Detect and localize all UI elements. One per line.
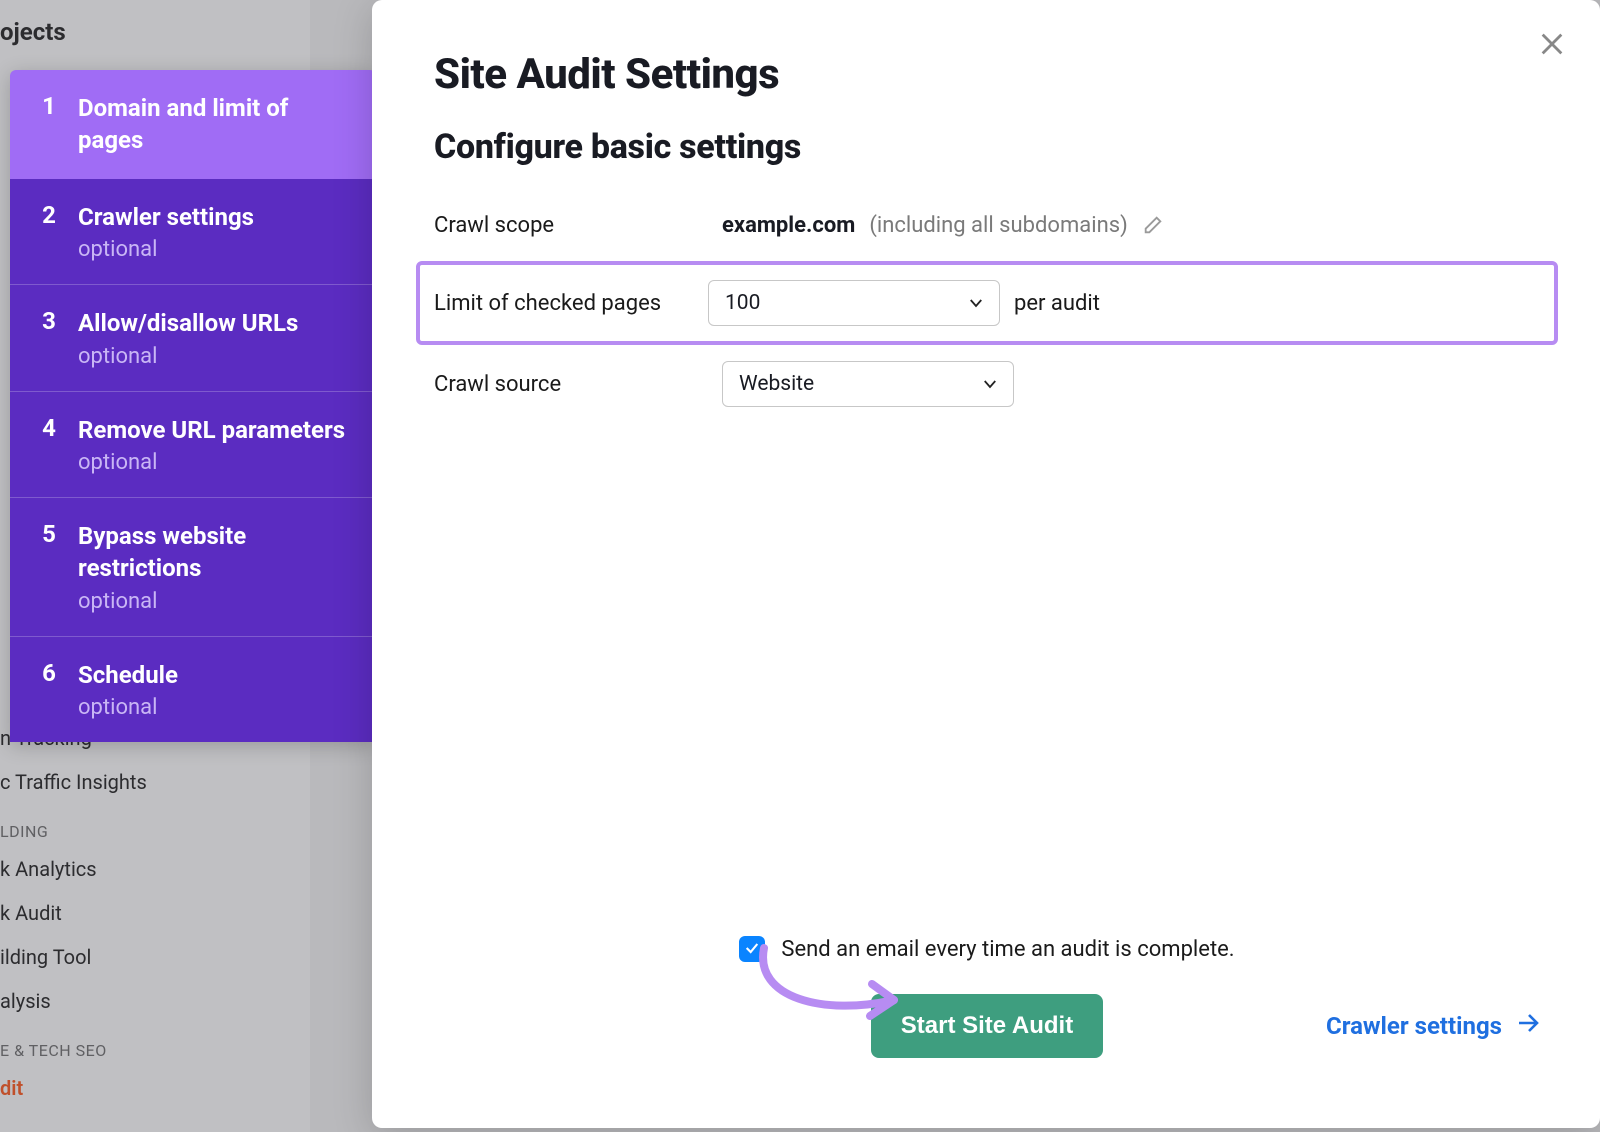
chevron-down-icon	[967, 294, 985, 312]
chevron-down-icon	[981, 375, 999, 393]
step-schedule[interactable]: 6 Schedule optional	[10, 637, 376, 742]
step-label: Bypass website restrictions	[78, 520, 352, 585]
site-audit-settings-modal: Site Audit Settings Configure basic sett…	[372, 0, 1600, 1128]
crawl-scope-hint: (including all subdomains)	[869, 213, 1127, 238]
limit-suffix: per audit	[1014, 291, 1100, 316]
step-domain-limit[interactable]: 1 Domain and limit of pages	[10, 70, 376, 179]
step-optional: optional	[78, 237, 254, 262]
limit-row: Limit of checked pages 100 per audit	[434, 275, 1540, 331]
step-optional: optional	[78, 589, 352, 614]
step-bypass-restrictions[interactable]: 5 Bypass website restrictions optional	[10, 498, 376, 637]
step-optional: optional	[78, 450, 345, 475]
modal-title: Site Audit Settings	[434, 50, 1540, 99]
arrow-right-icon	[1516, 1011, 1540, 1041]
modal-subtitle: Configure basic settings	[434, 127, 1540, 167]
step-allow-disallow[interactable]: 3 Allow/disallow URLs optional	[10, 285, 376, 391]
limit-select[interactable]: 100	[708, 280, 1000, 326]
modal-footer: Send an email every time an audit is com…	[434, 936, 1540, 1058]
next-step-link[interactable]: Crawler settings	[1326, 1011, 1540, 1041]
crawl-source-row: Crawl source Website	[434, 353, 1540, 415]
crawl-source-label: Crawl source	[434, 372, 722, 397]
step-label: Schedule	[78, 659, 178, 691]
close-icon	[1538, 30, 1566, 62]
step-label: Allow/disallow URLs	[78, 307, 298, 339]
step-number: 1	[40, 92, 58, 120]
step-optional: optional	[78, 695, 178, 720]
step-number: 3	[40, 307, 58, 335]
next-step-label: Crawler settings	[1326, 1012, 1502, 1040]
crawl-scope-label: Crawl scope	[434, 213, 722, 238]
wizard-steps: 1 Domain and limit of pages 2 Crawler se…	[10, 70, 376, 742]
step-number: 2	[40, 201, 58, 229]
step-crawler-settings[interactable]: 2 Crawler settings optional	[10, 179, 376, 285]
crawl-scope-domain: example.com	[722, 213, 855, 238]
crawl-scope-row: Crawl scope example.com (including all s…	[434, 197, 1540, 253]
email-label: Send an email every time an audit is com…	[781, 937, 1234, 962]
step-label: Remove URL parameters	[78, 414, 345, 446]
start-site-audit-button[interactable]: Start Site Audit	[871, 994, 1103, 1058]
step-label: Domain and limit of pages	[78, 92, 352, 157]
highlight-annotation: Limit of checked pages 100 per audit	[416, 261, 1558, 345]
limit-value: 100	[725, 291, 760, 315]
crawl-source-select[interactable]: Website	[722, 361, 1014, 407]
step-label: Crawler settings	[78, 201, 254, 233]
pencil-icon[interactable]	[1142, 214, 1164, 236]
step-number: 5	[40, 520, 58, 548]
email-checkbox[interactable]	[739, 936, 765, 962]
step-number: 6	[40, 659, 58, 687]
step-remove-url-params[interactable]: 4 Remove URL parameters optional	[10, 392, 376, 498]
step-optional: optional	[78, 344, 298, 369]
limit-label: Limit of checked pages	[434, 291, 708, 316]
crawl-source-value: Website	[739, 372, 814, 396]
email-notification-row: Send an email every time an audit is com…	[739, 936, 1234, 962]
step-number: 4	[40, 414, 58, 442]
check-icon	[744, 937, 760, 962]
